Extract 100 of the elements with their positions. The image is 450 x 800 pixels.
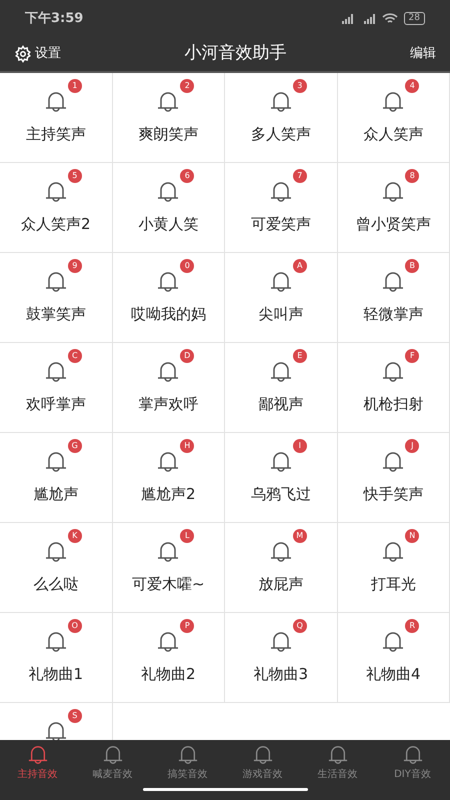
bell-icon [381, 271, 406, 293]
sound-tile[interactable]: 7 可爱笑声 [225, 163, 338, 253]
sound-tile[interactable]: P 礼物曲2 [112, 613, 225, 703]
bell-icon [252, 745, 274, 765]
bell-icon [44, 361, 68, 383]
key-badge: 3 [292, 79, 307, 93]
edit-button[interactable]: 编辑 [410, 44, 436, 64]
sound-tile[interactable]: J 快手笑声 [338, 433, 450, 523]
sound-label: 哎呦我的妈 [130, 304, 206, 325]
sound-tile[interactable]: 8 曾小贤笑声 [338, 163, 450, 253]
sound-label: 尴尬声2 [140, 484, 196, 505]
sound-label: 欢呼掌声 [26, 394, 86, 415]
key-badge: G [68, 439, 82, 453]
sound-tile[interactable]: K 么么哒 [0, 523, 112, 613]
sound-label: 众人笑声 [363, 124, 424, 145]
sound-tile[interactable]: L 可爱木嚯~ [112, 523, 225, 613]
tab[interactable]: DIY音效 [375, 745, 450, 782]
sound-label: 主持笑声 [26, 124, 86, 145]
key-badge: 5 [68, 169, 82, 183]
sound-label: 么么哒 [33, 574, 78, 595]
app-title: 小河音效助手 [184, 42, 286, 66]
sound-label: 尖叫声 [258, 304, 304, 325]
bell-icon [381, 91, 406, 113]
key-badge: C [68, 349, 82, 363]
sound-tile[interactable]: Q 礼物曲3 [225, 613, 338, 703]
tab[interactable]: 生活音效 [300, 745, 375, 782]
bell-icon [402, 745, 424, 765]
sound-tile[interactable]: 9 鼓掌笑声 [0, 253, 112, 343]
sound-tile[interactable]: M 放屁声 [225, 523, 338, 613]
sound-tile[interactable]: 3 多人笑声 [225, 73, 338, 163]
key-badge: 8 [405, 169, 420, 183]
sound-tile[interactable]: F 机枪扫射 [338, 343, 450, 433]
bell-icon [381, 541, 406, 563]
sound-tile[interactable]: 0 哎呦我的妈 [112, 253, 225, 343]
key-badge: J [405, 439, 420, 453]
bell-icon [381, 451, 406, 473]
sound-tile[interactable]: G 尴尬声 [0, 433, 112, 523]
sound-tile[interactable]: 6 小黄人笑 [112, 163, 225, 253]
sound-label: 轻微掌声 [363, 304, 424, 325]
tab[interactable]: 喊麦音效 [75, 745, 150, 782]
sound-tile[interactable]: C 欢呼掌声 [0, 343, 112, 433]
bell-icon [176, 745, 198, 765]
bell-icon [156, 181, 180, 203]
sound-label: 打耳光 [370, 574, 416, 595]
bell-icon [44, 631, 68, 653]
key-badge: D [180, 349, 194, 363]
sound-tile[interactable]: D 掌声欢呼 [112, 343, 225, 433]
settings-button[interactable]: 设置 [14, 44, 61, 64]
bell-icon [44, 181, 68, 203]
sound-label: 礼物曲2 [140, 664, 196, 685]
key-badge: 7 [292, 169, 307, 183]
sound-label: 鼓掌笑声 [26, 304, 86, 325]
bell-icon [44, 271, 68, 293]
sound-tile[interactable]: E 鄙视声 [225, 343, 338, 433]
key-badge: Q [292, 619, 307, 633]
sound-tile[interactable]: B 轻微掌声 [338, 253, 450, 343]
sound-label: 爽朗笑声 [138, 124, 198, 145]
key-badge: 4 [405, 79, 420, 93]
sound-tile[interactable]: 2 爽朗笑声 [112, 73, 225, 163]
sound-label: 可爱笑声 [250, 214, 311, 235]
bell-icon [268, 271, 293, 293]
sound-tile[interactable]: 5 众人笑声2 [0, 163, 112, 253]
bell-icon [381, 361, 406, 383]
bell-icon [268, 181, 293, 203]
sound-tile[interactable]: H 尴尬声2 [112, 433, 225, 523]
sound-label: 礼物曲3 [253, 664, 308, 685]
key-badge: F [405, 349, 420, 363]
sound-tile[interactable]: R 礼物曲4 [338, 613, 450, 703]
sound-tile[interactable]: I 乌鸦飞过 [225, 433, 338, 523]
bell-icon [268, 361, 293, 383]
wifi-icon [382, 12, 398, 24]
sound-tile[interactable]: 1 主持笑声 [0, 73, 112, 163]
bell-icon [44, 91, 68, 113]
key-badge: O [68, 619, 82, 633]
key-badge: I [292, 439, 307, 453]
bell-icon [156, 631, 180, 653]
sound-label: 曾小贤笑声 [356, 214, 431, 235]
sound-label: 乌鸦飞过 [250, 484, 311, 505]
tab[interactable]: 搞笑音效 [150, 745, 225, 782]
bell-icon [156, 91, 180, 113]
bell-icon [381, 631, 406, 653]
bell-icon [102, 745, 124, 765]
bell-icon [44, 721, 68, 740]
sound-tile[interactable]: A 尖叫声 [225, 253, 338, 343]
key-badge: M [292, 529, 307, 543]
bell-icon [381, 181, 406, 203]
sound-label: 快手笑声 [363, 484, 424, 505]
bell-icon [44, 451, 68, 473]
sound-label: 众人笑声2 [20, 214, 91, 235]
settings-icon [14, 45, 32, 63]
bell-icon [156, 271, 180, 293]
sound-tile[interactable]: 4 众人笑声 [338, 73, 450, 163]
sound-tile[interactable]: O 礼物曲1 [0, 613, 112, 703]
bell-icon [268, 541, 293, 563]
tab[interactable]: 游戏音效 [225, 745, 300, 782]
battery-indicator: 28 [404, 12, 425, 25]
sound-label: 小黄人笑 [138, 214, 198, 235]
key-badge: S [68, 709, 82, 723]
sound-tile[interactable]: N 打耳光 [338, 523, 450, 613]
sound-label: 尴尬声 [33, 484, 78, 505]
